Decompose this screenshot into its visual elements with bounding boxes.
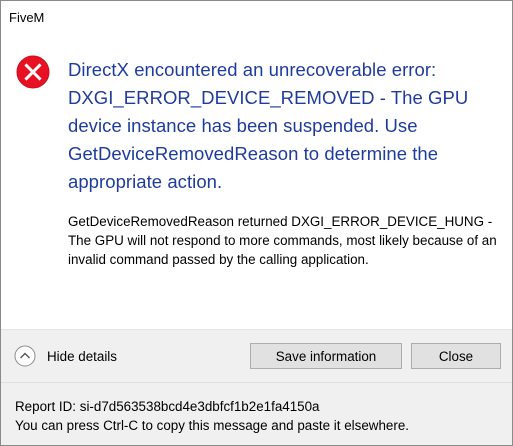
chevron-up-icon xyxy=(14,345,36,367)
info-footer: Report ID: si-d7d563538bcd4e3dbfcf1b2e1f… xyxy=(1,382,512,445)
window-title: FiveM xyxy=(9,10,45,25)
report-id: Report ID: si-d7d563538bcd4e3dbfcf1b2e1f… xyxy=(15,399,320,414)
save-information-button[interactable]: Save information xyxy=(250,343,402,369)
close-button[interactable]: Close xyxy=(411,343,501,369)
error-details-text: GetDeviceRemovedReason returned DXGI_ERR… xyxy=(68,214,497,267)
button-footer: Hide details Save information Close xyxy=(1,329,512,382)
copy-hint: You can press Ctrl-C to copy this messag… xyxy=(15,418,409,433)
hide-details-label: Hide details xyxy=(47,348,117,364)
main-instruction: DirectX encountered an unrecoverable err… xyxy=(68,59,469,192)
task-dialog: FiveM DirectX encountered an unrecoverab… xyxy=(0,0,513,446)
hide-details-toggle[interactable]: Hide details xyxy=(14,344,117,368)
error-icon xyxy=(16,55,50,89)
title-bar[interactable]: FiveM xyxy=(1,1,512,33)
